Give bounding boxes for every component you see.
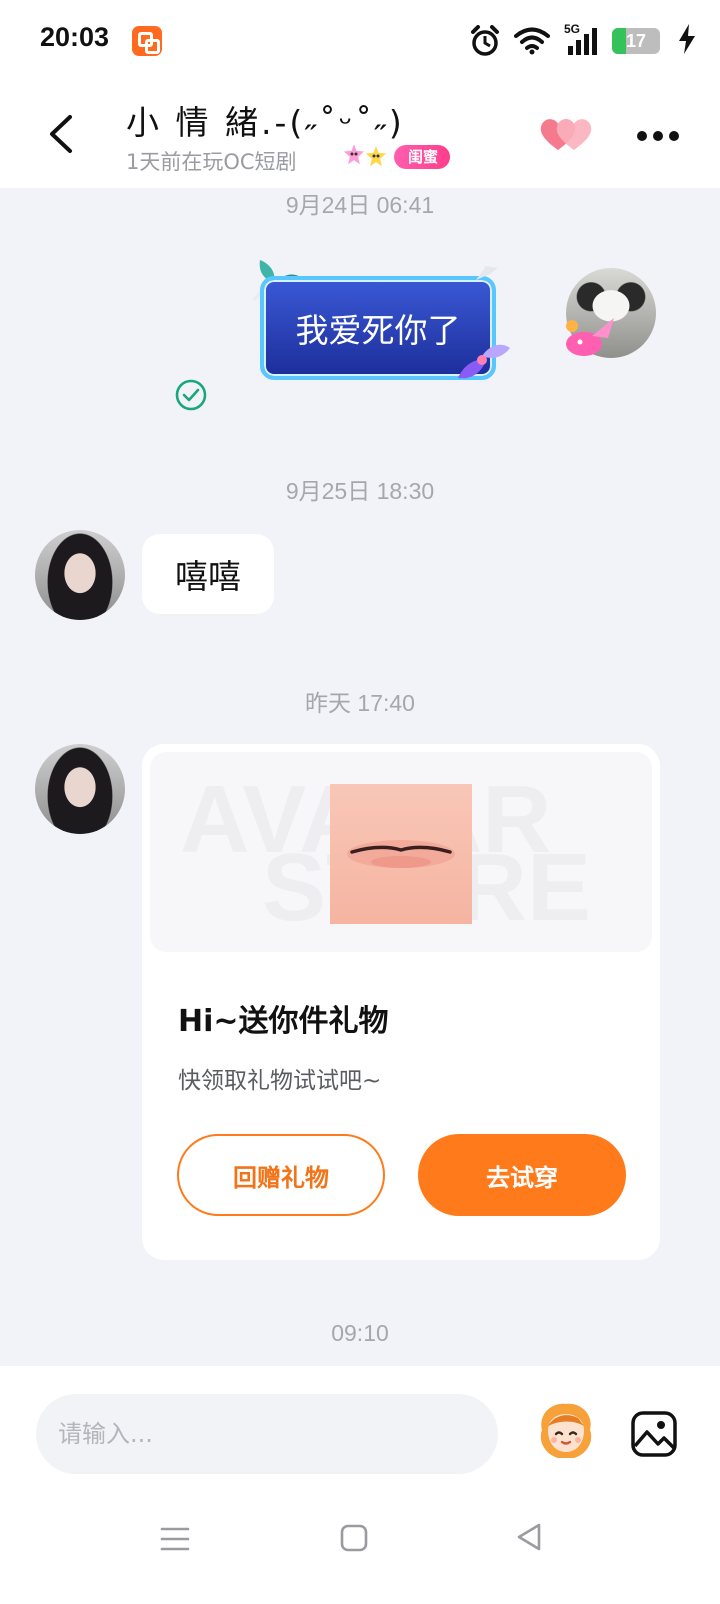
back-arrow-icon[interactable] (44, 114, 78, 154)
system-back-icon[interactable] (516, 1522, 542, 1552)
home-icon[interactable] (340, 1524, 368, 1552)
status-time: 20:03 (40, 22, 110, 52)
received-message-bubble[interactable]: 嘻嘻 (142, 534, 274, 614)
battery-level: 17 (625, 30, 647, 51)
battery-indicator: 17 (612, 28, 660, 54)
gift-card[interactable]: AVATAR STORE Hi~送你件礼物 快领取礼物试试吧~ 回赠礼物 去试穿 (142, 744, 660, 1260)
gift-title: Hi~送你件礼物 (178, 1004, 389, 1039)
system-navigation-bar (0, 1480, 720, 1604)
more-options-icon[interactable] (636, 130, 680, 142)
intimacy-hearts-icon[interactable] (538, 116, 594, 152)
emoji-mascot-icon[interactable] (534, 1400, 598, 1462)
contact-avatar[interactable] (35, 744, 125, 834)
try-on-button[interactable]: 去试穿 (418, 1134, 626, 1216)
recent-apps-icon[interactable] (160, 1524, 190, 1554)
relation-badge: 闺蜜 (394, 145, 451, 169)
signal-icon: 5G (564, 22, 598, 56)
contact-activity-status: 1天前在玩OC短剧 (126, 150, 297, 174)
star-friends-sticker-icon (340, 139, 390, 170)
message-timestamp: 09:10 (331, 1320, 389, 1346)
gift-image-area: AVATAR STORE (150, 752, 652, 952)
status-icons: 5G 17 (470, 22, 660, 58)
contact-name[interactable]: 小 情 緒.-(˶˚ᵕ˚˶) (126, 96, 405, 144)
chat-header: 小 情 緒.-(˶˚ᵕ˚˶) 1天前在玩OC短剧 闺蜜 (0, 80, 720, 188)
fairy-bubble-decoration-icon (458, 344, 510, 379)
gift-description: 快领取礼物试试吧~ (178, 1068, 382, 1094)
received-message-text: 嘻嘻 (175, 557, 241, 596)
read-check-icon (175, 379, 207, 411)
alarm-icon (471, 25, 499, 56)
message-input[interactable] (36, 1394, 498, 1474)
sent-message-text: 我爱死你了 (295, 311, 461, 350)
pink-creature-avatar-decoration-icon (566, 318, 614, 356)
message-timestamp: 昨天 17:40 (305, 690, 415, 716)
status-bar: 20:03 5G 17 (0, 0, 720, 80)
flag-bubble-decoration-icon (476, 266, 498, 280)
contact-avatar[interactable] (35, 530, 125, 620)
return-gift-button[interactable]: 回赠礼物 (177, 1134, 385, 1216)
gift-item-lips-image (330, 784, 472, 924)
app-notification-icon (132, 26, 162, 56)
chat-message-list[interactable]: 9月24日 06:41 我爱死你了 9月25日 18:30 嘻嘻 昨天 17:4… (0, 188, 720, 1366)
charging-icon (679, 24, 695, 54)
wifi-icon (514, 27, 550, 55)
message-timestamp: 9月24日 06:41 (285, 192, 435, 218)
image-picker-icon[interactable] (630, 1410, 678, 1458)
message-input-bar (0, 1366, 720, 1480)
message-timestamp: 9月25日 18:30 (285, 478, 435, 504)
